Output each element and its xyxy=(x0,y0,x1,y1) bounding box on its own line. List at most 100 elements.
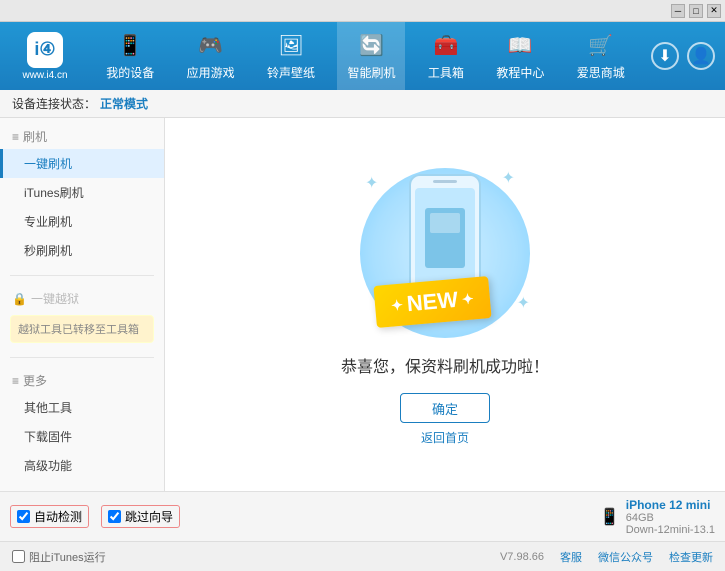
status-value: 正常模式 xyxy=(100,95,148,112)
more-group-header: ≡ 更多 xyxy=(0,368,164,393)
sidebar-item-miaosha-label: 秒刷刷机 xyxy=(24,244,72,258)
nav-bar: 📱 我的设备 🎮 应用游戏 🖼 铃声壁纸 🔄 智能刷机 🧰 工具箱 📖 教程中心… xyxy=(90,22,641,90)
ringtones-icon: 🖼 xyxy=(277,32,305,60)
content-area: ✦ ✦ ✦ NEW 恭喜您，保资料刷机成功啦！ xyxy=(165,118,725,491)
status-label: 设备连接状态： xyxy=(12,95,96,112)
auto-detect-label: 自动检测 xyxy=(34,508,82,525)
wechat-link[interactable]: 微信公众号 xyxy=(598,549,653,565)
customer-service-link[interactable]: 客服 xyxy=(560,549,582,565)
sidebar-item-yijian[interactable]: 一键刷机 xyxy=(0,149,164,178)
nav-tutorial[interactable]: 📖 教程中心 xyxy=(486,22,554,90)
phone-illustration: ✦ ✦ ✦ NEW xyxy=(345,163,545,343)
sidebar-item-qita[interactable]: 其他工具 xyxy=(0,393,164,422)
footer-right: V7.98.66 客服 微信公众号 检查更新 xyxy=(500,549,713,565)
window-controls: ─ □ ✕ xyxy=(671,4,721,18)
lock-section: 🔒 一键越狱 越狱工具已转移至工具箱 xyxy=(0,280,164,353)
nav-store-label: 爱思商城 xyxy=(577,64,625,81)
title-bar: ─ □ ✕ xyxy=(0,0,725,22)
star-3: ✦ xyxy=(517,293,530,313)
checkbox-skip-wizard[interactable]: 跳过向导 xyxy=(101,505,180,528)
lock-warning-box: 越狱工具已转移至工具箱 xyxy=(10,315,154,343)
flash-group-header: ≡ 刷机 xyxy=(0,124,164,149)
lock-group-header: 🔒 一键越狱 xyxy=(0,286,164,311)
nav-smart-flash[interactable]: 🔄 智能刷机 xyxy=(337,22,405,90)
flash-group-label: 刷机 xyxy=(23,128,47,145)
minimize-button[interactable]: ─ xyxy=(671,4,685,18)
download-button[interactable]: ⬇ xyxy=(651,42,679,70)
checkbox-auto-detect[interactable]: 自动检测 xyxy=(10,505,89,528)
close-button[interactable]: ✕ xyxy=(707,4,721,18)
flash-section: ≡ 刷机 一键刷机 iTunes刷机 专业刷机 秒刷刷机 xyxy=(0,118,164,271)
sidebar-item-yijian-label: 一键刷机 xyxy=(24,157,72,171)
sidebar-item-miaosha[interactable]: 秒刷刷机 xyxy=(0,236,164,265)
checkbox-group: 自动检测 跳过向导 xyxy=(10,505,590,528)
logo[interactable]: i④ www.i4.cn xyxy=(0,32,90,81)
nav-store[interactable]: 🛒 爱思商城 xyxy=(567,22,635,90)
sidebar-item-qita-label: 其他工具 xyxy=(24,401,72,415)
skip-wizard-label: 跳过向导 xyxy=(125,508,173,525)
success-text: 恭喜您，保资料刷机成功啦！ xyxy=(341,353,549,377)
sidebar-item-itunes[interactable]: iTunes刷机 xyxy=(0,178,164,207)
more-icon: ≡ xyxy=(12,374,19,388)
apps-icon: 🎮 xyxy=(197,32,225,60)
nav-apps-label: 应用游戏 xyxy=(187,64,235,81)
sidebar-item-gaoji-label: 高级功能 xyxy=(24,459,72,473)
footer-left: 阻止iTunes运行 xyxy=(12,549,106,565)
smart-flash-icon: 🔄 xyxy=(357,32,385,60)
sidebar-divider-1 xyxy=(10,275,154,276)
back-link[interactable]: 返回首页 xyxy=(421,429,469,446)
sidebar-item-gaoji[interactable]: 高级功能 xyxy=(0,451,164,480)
star-2: ✦ xyxy=(502,168,515,188)
status-bar: 设备连接状态： 正常模式 xyxy=(0,90,725,118)
skip-wizard-checkbox[interactable] xyxy=(108,510,121,523)
new-badge-text: NEW xyxy=(406,287,459,317)
tutorial-icon: 📖 xyxy=(506,32,534,60)
nav-tools[interactable]: 🧰 工具箱 xyxy=(418,22,474,90)
nav-ringtones[interactable]: 🖼 铃声壁纸 xyxy=(257,22,325,90)
nav-apps[interactable]: 🎮 应用游戏 xyxy=(177,22,245,90)
sidebar-item-itunes-label: iTunes刷机 xyxy=(24,186,84,200)
user-button[interactable]: 👤 xyxy=(687,42,715,70)
footer: 阻止iTunes运行 V7.98.66 客服 微信公众号 检查更新 xyxy=(0,541,725,571)
nav-tools-label: 工具箱 xyxy=(428,64,464,81)
my-device-icon: 📱 xyxy=(116,32,144,60)
block-itunes-checkbox[interactable] xyxy=(12,550,25,563)
device-details: iPhone 12 mini 64GB Down-12mini-13.1 xyxy=(626,498,715,536)
device-name: iPhone 12 mini xyxy=(626,498,715,512)
store-icon: 🛒 xyxy=(587,32,615,60)
nav-tutorial-label: 教程中心 xyxy=(496,64,544,81)
flash-group-icon: ≡ xyxy=(12,130,19,144)
logo-icon: i④ xyxy=(27,32,63,68)
nav-my-device-label: 我的设备 xyxy=(106,64,154,81)
more-group-label: 更多 xyxy=(23,372,47,389)
device-version: Down-12mini-13.1 xyxy=(626,524,715,536)
lock-group-label: 一键越狱 xyxy=(31,290,79,307)
nav-smart-flash-label: 智能刷机 xyxy=(347,64,395,81)
device-info: 📱 iPhone 12 mini 64GB Down-12mini-13.1 xyxy=(600,498,715,536)
logo-text: www.i4.cn xyxy=(22,70,67,81)
sidebar-item-xiazai-label: 下载固件 xyxy=(24,430,72,444)
auto-detect-checkbox[interactable] xyxy=(17,510,30,523)
maximize-button[interactable]: □ xyxy=(689,4,703,18)
confirm-button[interactable]: 确定 xyxy=(400,393,490,423)
header-right: ⬇ 👤 xyxy=(641,42,725,70)
main-area: ≡ 刷机 一键刷机 iTunes刷机 专业刷机 秒刷刷机 🔒 一键越狱 xyxy=(0,118,725,491)
lock-icon: 🔒 xyxy=(12,292,27,306)
sidebar: ≡ 刷机 一键刷机 iTunes刷机 专业刷机 秒刷刷机 🔒 一键越狱 xyxy=(0,118,165,491)
sidebar-item-zhuanye-label: 专业刷机 xyxy=(24,215,72,229)
block-itunes-label: 阻止iTunes运行 xyxy=(29,549,106,565)
confirm-button-label: 确定 xyxy=(432,399,458,418)
header: i④ www.i4.cn 📱 我的设备 🎮 应用游戏 🖼 铃声壁纸 🔄 智能刷机… xyxy=(0,22,725,90)
nav-ringtones-label: 铃声壁纸 xyxy=(267,64,315,81)
version-text: V7.98.66 xyxy=(500,551,544,563)
sidebar-divider-2 xyxy=(10,357,154,358)
nav-my-device[interactable]: 📱 我的设备 xyxy=(96,22,164,90)
lock-warning-text: 越狱工具已转移至工具箱 xyxy=(18,324,139,336)
sidebar-item-zhuanye[interactable]: 专业刷机 xyxy=(0,207,164,236)
device-phone-icon: 📱 xyxy=(600,507,620,527)
tools-icon: 🧰 xyxy=(432,32,460,60)
check-update-link[interactable]: 检查更新 xyxy=(669,549,713,565)
more-section: ≡ 更多 其他工具 下载固件 高级功能 xyxy=(0,362,164,486)
sidebar-item-xiazai[interactable]: 下载固件 xyxy=(0,422,164,451)
bottom-bar: 自动检测 跳过向导 📱 iPhone 12 mini 64GB Down-12m… xyxy=(0,491,725,541)
